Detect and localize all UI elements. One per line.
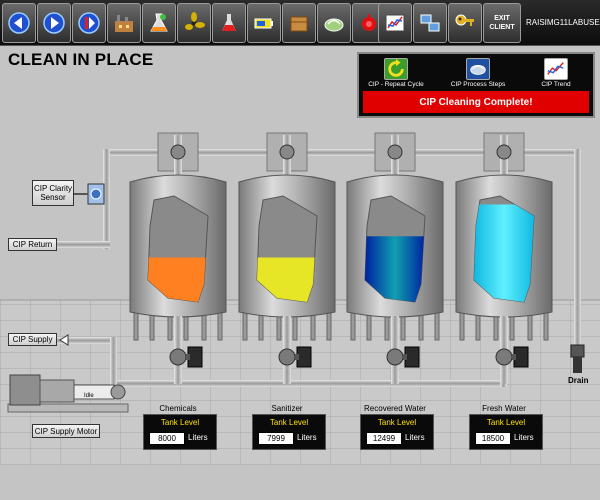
tank-name-recovered-water: Recovered Water xyxy=(364,404,426,413)
tank-level-box-fresh-water: Tank Level 18500 Liters xyxy=(469,414,543,450)
tank-level-title: Tank Level xyxy=(269,418,309,427)
clarity-label-text: CIP Clarity Sensor xyxy=(33,184,73,202)
tank-level-unit: Liters xyxy=(297,433,317,442)
tank-level-value-sanitizer: 7999 xyxy=(258,432,294,445)
tank-name-chemicals: Chemicals xyxy=(159,404,197,413)
tank-level-value-recovered-water: 12499 xyxy=(366,432,402,445)
top-valve-icon xyxy=(387,144,403,160)
top-valve-icon xyxy=(496,144,512,160)
tank-level-box-chemicals: Tank Level 8000 Liters xyxy=(143,414,217,450)
actuator-icon xyxy=(513,346,529,368)
pump-status-tag: Idle xyxy=(84,393,94,399)
tank-level-box-recovered-water: Tank Level 12499 Liters xyxy=(360,414,434,450)
actuator-icon xyxy=(187,346,203,368)
outlet-valve-icon xyxy=(495,348,513,366)
tank-level-title: Tank Level xyxy=(486,418,526,427)
outlet-valve-icon xyxy=(386,348,404,366)
tank-level-unit: Liters xyxy=(514,433,534,442)
cip-supply-label: CIP Supply xyxy=(8,333,57,346)
tank-level-box-sanitizer: Tank Level 7999 Liters xyxy=(252,414,326,450)
tank-level-unit: Liters xyxy=(405,433,425,442)
outlet-valve-icon xyxy=(278,348,296,366)
drain-label: Drain xyxy=(568,376,589,385)
tank-level-value-fresh-water: 18500 xyxy=(475,432,511,445)
return-pipe-horizontal xyxy=(57,241,110,248)
tank-level-value-chemicals: 8000 xyxy=(149,432,185,445)
actuator-icon xyxy=(296,346,312,368)
top-valve-icon xyxy=(170,144,186,160)
cip-supply-motor-label: CIP Supply Motor xyxy=(32,424,100,438)
tank-level-title: Tank Level xyxy=(377,418,417,427)
tank-level-title: Tank Level xyxy=(160,418,200,427)
tank-name-sanitizer: Sanitizer xyxy=(271,404,303,413)
drain-pipe xyxy=(574,149,581,359)
tank-name-fresh-water: Fresh Water xyxy=(482,404,526,413)
clarity-sensor-icon xyxy=(87,183,105,205)
cip-return-label: CIP Return xyxy=(8,238,57,251)
tank-level-unit: Liters xyxy=(188,433,208,442)
tank-liquid-fresh-water xyxy=(474,204,534,302)
top-valve-icon xyxy=(279,144,295,160)
cip-clarity-sensor-label: CIP Clarity Sensor xyxy=(32,180,74,206)
actuator-icon xyxy=(404,346,420,368)
outlet-valve-icon xyxy=(169,348,187,366)
